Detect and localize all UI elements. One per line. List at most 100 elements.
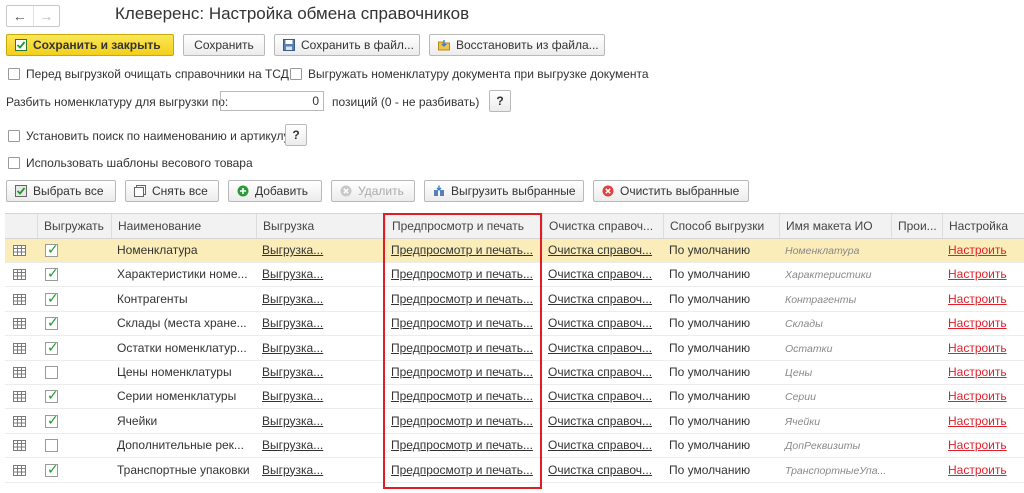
row-preview-link[interactable]: Предпросмотр и печать... — [391, 463, 533, 477]
row-settings-link[interactable]: Настроить — [948, 341, 1007, 355]
split-help-button[interactable]: ? — [489, 90, 511, 112]
save-to-file-button[interactable]: Сохранить в файл... — [274, 34, 420, 56]
delete-label: Удалить — [358, 184, 404, 198]
row-settings-link-cell: Настроить — [942, 337, 1024, 360]
row-export-method: По умолчанию — [669, 389, 751, 404]
row-export-link[interactable]: Выгрузка... — [262, 243, 323, 257]
row-preview-link[interactable]: Предпросмотр и печать... — [391, 438, 533, 452]
row-clear-link[interactable]: Очистка справоч... — [548, 414, 652, 428]
header-clear[interactable]: Очистка справоч... — [542, 214, 663, 238]
select-all-button[interactable]: Выбрать все — [6, 180, 116, 202]
row-preview-link[interactable]: Предпросмотр и печать... — [391, 292, 533, 306]
row-settings-link[interactable]: Настроить — [948, 438, 1007, 452]
header-export-flag[interactable]: Выгружать — [37, 214, 111, 238]
row-clear-link[interactable]: Очистка справоч... — [548, 463, 652, 477]
clear-before-export-checkbox[interactable] — [8, 68, 20, 80]
row-export-link[interactable]: Выгрузка... — [262, 463, 323, 477]
row-export-link-cell: Выгрузка... — [256, 312, 385, 335]
table-row[interactable]: ✓ Серии номенклатуры Выгрузка... Предпросмо… — [5, 385, 1024, 410]
folder-open-icon — [438, 40, 450, 51]
row-export-checkbox[interactable]: ✓ — [45, 242, 59, 257]
row-export-checkbox[interactable] — [45, 439, 58, 453]
row-clear-link[interactable]: Очистка справоч... — [548, 438, 652, 452]
row-export-link[interactable]: Выгрузка... — [262, 341, 323, 355]
row-preview-link[interactable]: Предпросмотр и печать... — [391, 365, 533, 379]
row-preview-link[interactable]: Предпросмотр и печать... — [391, 316, 533, 330]
row-export-link-cell: Выгрузка... — [256, 263, 385, 286]
row-settings-link[interactable]: Настроить — [948, 463, 1007, 477]
delete-button[interactable]: Удалить — [331, 180, 415, 202]
row-export-checkbox[interactable]: ✓ — [45, 265, 59, 282]
table-row[interactable]: Цены номенклатуры Выгрузка... Предпросмотр… — [5, 361, 1024, 385]
header-preview-print[interactable]: Предпросмотр и печать — [385, 214, 542, 238]
row-clear-link[interactable]: Очистка справоч... — [548, 243, 652, 257]
row-export-link[interactable]: Выгрузка... — [262, 267, 323, 281]
table-row[interactable]: ✓ Транспортные упаковки Выгрузка... Предпро… — [5, 459, 1024, 483]
export-selected-button[interactable]: Выгрузить выбранные — [424, 180, 584, 202]
weight-templates-checkbox[interactable] — [8, 157, 20, 169]
header-name[interactable]: Наименование — [111, 214, 256, 238]
row-export-link[interactable]: Выгрузка... — [262, 292, 323, 306]
row-settings-link[interactable]: Настроить — [948, 292, 1007, 306]
row-preview-link[interactable]: Предпросмотр и печать... — [391, 389, 533, 403]
back-arrow-icon[interactable]: ← — [7, 6, 34, 26]
row-export-checkbox[interactable]: ✓ — [45, 413, 59, 428]
header-settings[interactable]: Настройка — [942, 214, 1024, 238]
row-export-link[interactable]: Выгрузка... — [262, 438, 323, 452]
row-name: Серии номенклатуры — [117, 389, 237, 404]
table-row[interactable]: ✓ Характеристики номе... Выгрузка... Предпр… — [5, 263, 1024, 288]
deselect-all-label: Снять все — [152, 184, 208, 198]
table-row[interactable]: ✓ Ячейки Выгрузка... Предпросмотр и печать.… — [5, 410, 1024, 434]
table-row[interactable]: ✓ Контрагенты Выгрузка... Предпросмотр и пе… — [5, 288, 1024, 312]
row-export-checkbox[interactable]: ✓ — [45, 462, 59, 477]
row-export-checkbox[interactable]: ✓ — [45, 388, 59, 404]
table-row[interactable]: Дополнительные рек... Выгрузка... Предпрос… — [5, 434, 1024, 459]
row-clear-link[interactable]: Очистка справоч... — [548, 389, 652, 403]
header-extra[interactable]: Прои... — [891, 214, 942, 238]
row-export-link[interactable]: Выгрузка... — [262, 414, 323, 428]
row-preview-link[interactable]: Предпросмотр и печать... — [391, 243, 533, 257]
row-clear-link[interactable]: Очистка справоч... — [548, 341, 652, 355]
forward-arrow-icon[interactable]: → — [34, 6, 60, 26]
row-settings-link[interactable]: Настроить — [948, 365, 1007, 379]
clear-selected-button[interactable]: Очистить выбранные — [593, 180, 749, 202]
row-layout-name: Контрагенты — [785, 293, 857, 306]
save-and-close-button[interactable]: Сохранить и закрыть — [6, 34, 174, 56]
row-export-checkbox[interactable] — [45, 366, 58, 379]
search-help-button[interactable]: ? — [285, 124, 307, 146]
table-row[interactable]: ✓ Остатки номенклатур... Выгрузка... Предпр… — [5, 337, 1024, 361]
row-settings-link[interactable]: Настроить — [948, 243, 1007, 257]
row-preview-link[interactable]: Предпросмотр и печать... — [391, 414, 533, 428]
row-preview-link[interactable]: Предпросмотр и печать... — [391, 267, 533, 281]
row-settings-link[interactable]: Настроить — [948, 267, 1007, 281]
save-button[interactable]: Сохранить — [183, 34, 265, 56]
deselect-all-button[interactable]: Снять все — [125, 180, 219, 202]
row-export-link[interactable]: Выгрузка... — [262, 365, 323, 379]
row-export-link[interactable]: Выгрузка... — [262, 316, 323, 330]
restore-from-file-button[interactable]: Восстановить из файла... — [429, 34, 605, 56]
row-preview-link[interactable]: Предпросмотр и печать... — [391, 341, 533, 355]
search-by-name-checkbox[interactable] — [8, 130, 20, 142]
row-settings-link[interactable]: Настроить — [948, 316, 1007, 330]
header-export[interactable]: Выгрузка — [256, 214, 385, 238]
row-export-checkbox[interactable]: ✓ — [45, 291, 59, 306]
row-clear-link[interactable]: Очистка справоч... — [548, 365, 652, 379]
header-export-method[interactable]: Способ выгрузки — [663, 214, 779, 238]
row-export-link[interactable]: Выгрузка... — [262, 389, 323, 403]
row-clear-link[interactable]: Очистка справоч... — [548, 267, 652, 281]
row-export-checkbox[interactable]: ✓ — [45, 315, 59, 331]
row-export-checkbox[interactable]: ✓ — [45, 340, 59, 355]
row-settings-link[interactable]: Настроить — [948, 414, 1007, 428]
row-clear-link[interactable]: Очистка справоч... — [548, 292, 652, 306]
add-button[interactable]: Добавить — [228, 180, 322, 202]
row-clear-link[interactable]: Очистка справоч... — [548, 316, 652, 330]
row-settings-link[interactable]: Настроить — [948, 389, 1007, 403]
row-export-link-cell: Выгрузка... — [256, 288, 385, 311]
export-doc-nomenclature-checkbox[interactable] — [290, 68, 302, 80]
table-row[interactable]: ✓ Склады (места хране... Выгрузка... Предпр… — [5, 312, 1024, 337]
checkmark-icon: ✓ — [47, 265, 59, 282]
table-row[interactable]: ✓ Номенклатура Выгрузка... Предпросмотр и п… — [5, 239, 1024, 263]
split-count-input[interactable]: 0 — [220, 91, 324, 111]
row-layout-name: Остатки — [785, 342, 833, 355]
header-layout-name[interactable]: Имя макета ИО — [779, 214, 891, 238]
